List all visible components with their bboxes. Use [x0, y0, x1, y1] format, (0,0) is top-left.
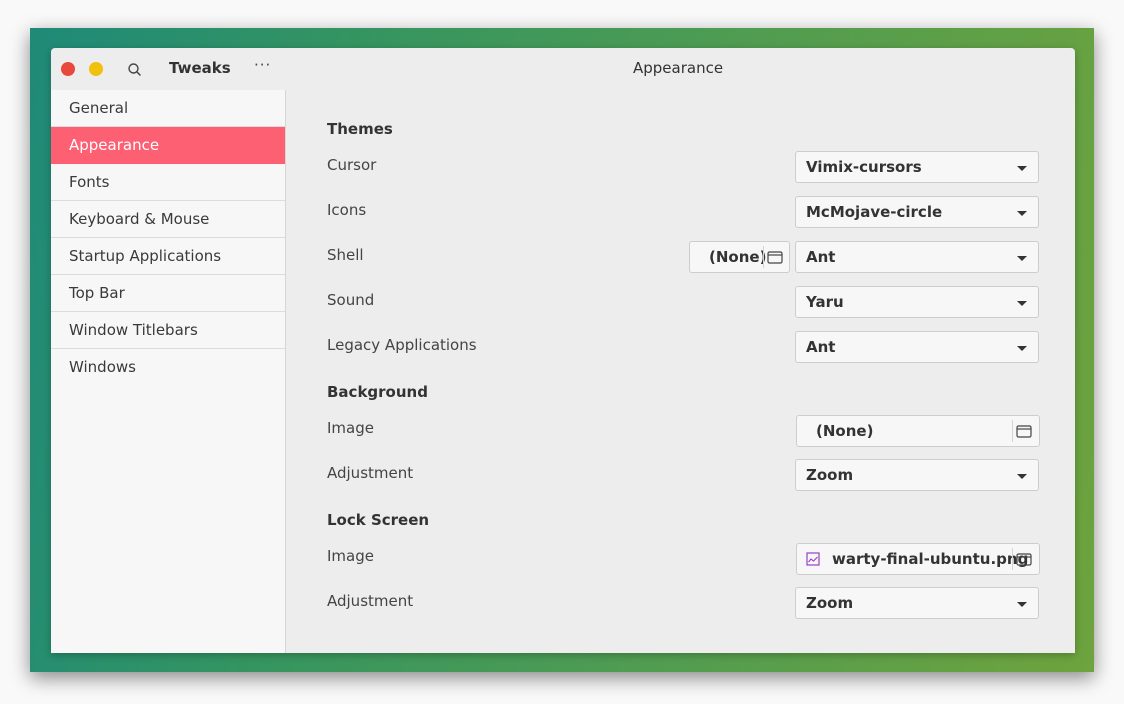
sidebar-item-windows[interactable]: Windows	[51, 349, 285, 385]
themes-heading: Themes	[327, 120, 393, 138]
sidebar-item-startup-applications[interactable]: Startup Applications	[51, 238, 285, 275]
search-button[interactable]	[125, 60, 145, 80]
sidebar-item-keyboard-mouse[interactable]: Keyboard & Mouse	[51, 201, 285, 238]
sidebar: General Appearance Fonts Keyboard & Mous…	[51, 90, 286, 653]
background-image-value: (None)	[816, 422, 874, 440]
minimize-button[interactable]	[89, 62, 103, 76]
separator	[763, 246, 764, 268]
legacy-applications-dropdown[interactable]: Ant	[795, 331, 1039, 363]
sound-value: Yaru	[806, 293, 844, 311]
cursor-label: Cursor	[327, 156, 377, 174]
icons-label: Icons	[327, 201, 367, 219]
sidebar-item-window-titlebars[interactable]: Window Titlebars	[51, 312, 285, 349]
icons-value: McMojave-circle	[806, 203, 943, 221]
lock-screen-image-chooser[interactable]: warty-final-ubuntu.png	[796, 543, 1040, 575]
separator	[1012, 420, 1013, 442]
sidebar-item-appearance[interactable]: Appearance	[51, 127, 285, 164]
lock-screen-image-label: Image	[327, 547, 374, 565]
legacy-applications-label: Legacy Applications	[327, 336, 477, 354]
chevron-down-icon	[1017, 166, 1027, 171]
background-image-chooser[interactable]: (None)	[796, 415, 1040, 447]
lock-screen-adjustment-dropdown[interactable]: Zoom	[795, 587, 1039, 619]
page-title: Appearance	[633, 59, 724, 77]
chevron-down-icon	[1017, 474, 1027, 479]
sound-label: Sound	[327, 291, 375, 309]
lock-screen-heading: Lock Screen	[327, 511, 430, 529]
shell-file-chooser[interactable]: (None)	[689, 241, 790, 273]
icons-dropdown[interactable]: McMojave-circle	[795, 196, 1039, 228]
tweaks-window: Tweaks ··· Appearance General Appearance…	[51, 48, 1075, 653]
header-bar: Tweaks ··· Appearance	[51, 48, 1075, 90]
background-adjustment-value: Zoom	[806, 466, 854, 484]
cursor-dropdown[interactable]: Vimix-cursors	[795, 151, 1039, 183]
chevron-down-icon	[1017, 301, 1027, 306]
chevron-down-icon	[1017, 256, 1027, 261]
chevron-down-icon	[1017, 211, 1027, 216]
folder-icon	[1016, 425, 1032, 438]
sidebar-item-general[interactable]: General	[51, 90, 285, 127]
shell-dropdown[interactable]: Ant	[795, 241, 1039, 273]
more-menu-button[interactable]: ···	[254, 56, 271, 74]
separator	[1012, 548, 1013, 570]
sidebar-item-top-bar[interactable]: Top Bar	[51, 275, 285, 312]
lock-screen-adjustment-value: Zoom	[806, 594, 854, 612]
folder-icon	[767, 251, 783, 264]
background-adjustment-label: Adjustment	[327, 464, 414, 482]
close-button[interactable]	[61, 62, 75, 76]
search-icon	[128, 63, 141, 76]
folder-icon	[1016, 553, 1032, 566]
background-image-label: Image	[327, 419, 374, 437]
lock-screen-adjustment-label: Adjustment	[327, 592, 414, 610]
background-heading: Background	[327, 383, 428, 401]
app-title: Tweaks	[169, 59, 231, 77]
background-adjustment-dropdown[interactable]: Zoom	[795, 459, 1039, 491]
legacy-applications-value: Ant	[806, 338, 836, 356]
shell-label: Shell	[327, 246, 364, 264]
chevron-down-icon	[1017, 602, 1027, 607]
lock-screen-image-value: warty-final-ubuntu.png	[832, 550, 1029, 568]
chevron-down-icon	[1017, 346, 1027, 351]
shell-value: Ant	[806, 248, 836, 266]
image-file-icon	[806, 552, 820, 566]
cursor-value: Vimix-cursors	[806, 158, 922, 176]
sidebar-item-fonts[interactable]: Fonts	[51, 164, 285, 201]
sound-dropdown[interactable]: Yaru	[795, 286, 1039, 318]
shell-file-value: (None)	[709, 248, 767, 266]
